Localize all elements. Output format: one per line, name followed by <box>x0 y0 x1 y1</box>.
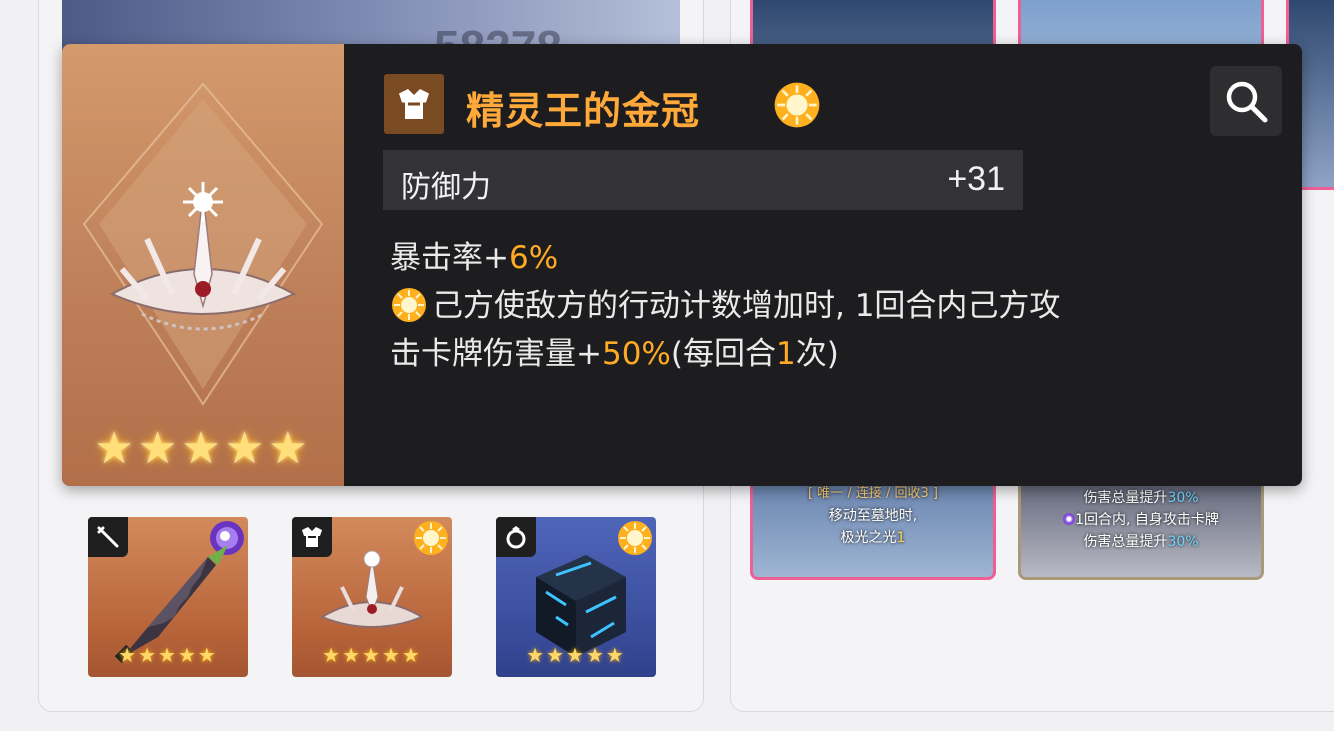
inspect-button[interactable] <box>1210 66 1282 136</box>
stat-row: 防御力 +31 <box>383 150 1023 210</box>
item-name: 精灵王的金冠 <box>466 89 701 133</box>
effect-line: 己方使敌方的行动计数增加时, 1回合内己方攻 <box>390 282 1270 330</box>
item-portrait: ★★★★★ <box>62 44 344 486</box>
effect-line: 击卡牌伤害量+50%(每回合1次) <box>390 336 839 372</box>
rarity-stars: ★★★★★ <box>118 643 218 667</box>
rarity-stars: ★★★★★ <box>94 423 312 474</box>
card-effect-line: 移动至墓地时, <box>828 508 918 524</box>
stat-name: 防御力 <box>401 170 491 205</box>
crown-item-image <box>82 82 324 406</box>
card-effect-line: 伤害总量提升30% <box>1083 534 1199 550</box>
card-effect-line: 1回合内, 自身攻击卡牌 <box>1021 509 1261 531</box>
item-description: 暴击率+6% 己方使敌方的行动计数增加时, 1回合内己方攻 击卡牌伤害量+50%… <box>390 234 1270 378</box>
rarity-stars: ★★★★★ <box>526 643 626 667</box>
armor-slot[interactable]: ★★★★★ <box>292 517 452 677</box>
sun-icon <box>774 82 820 128</box>
sun-icon <box>392 288 426 322</box>
card-effect-line: 伤害总量提升30% <box>1083 490 1199 506</box>
purple-orb-icon <box>1063 513 1076 525</box>
item-tooltip: ★★★★★ 精灵王的金冠 防御力 +31 暴击率+6% 己方使敌方的行动计数增加… <box>62 44 1302 486</box>
crit-line: 暴击率+6% <box>390 240 559 276</box>
card-effect-line: 极光之光1 <box>840 530 906 546</box>
armor-icon <box>384 74 444 134</box>
card-tag: [ 唯一 / 连接 / 回收3 ] <box>808 486 938 501</box>
stat-value: +31 <box>947 160 1005 198</box>
ring-slot[interactable]: ★★★★★ <box>496 517 656 677</box>
search-icon <box>1226 81 1268 123</box>
weapon-slot[interactable]: ★★★★★ <box>88 517 248 677</box>
rarity-stars: ★★★★★ <box>322 643 422 667</box>
